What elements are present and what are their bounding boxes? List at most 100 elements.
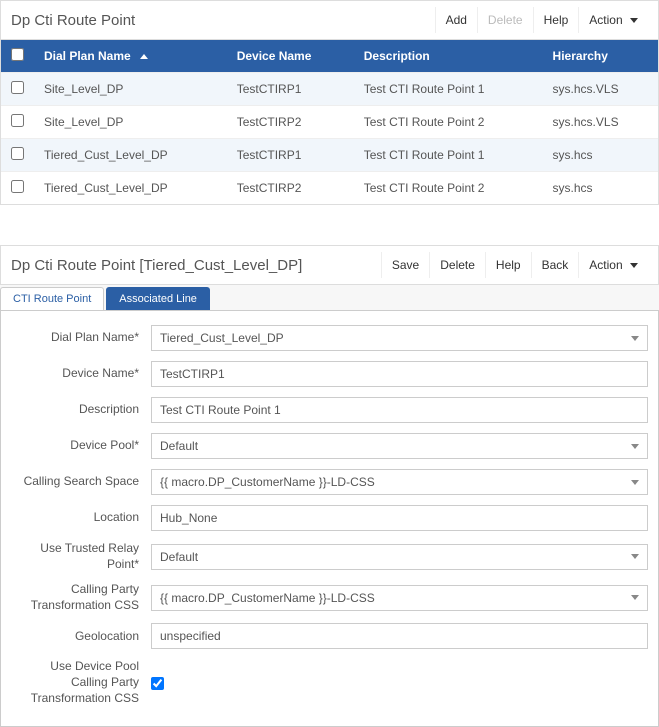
detail-panel-header: Dp Cti Route Point [Tiered_Cust_Level_DP… [0, 245, 659, 285]
detail-panel: Dp Cti Route Point [Tiered_Cust_Level_DP… [0, 245, 659, 727]
back-button[interactable]: Back [531, 252, 579, 278]
col-device-name[interactable]: Device Name [227, 40, 354, 73]
row-checkbox[interactable] [11, 180, 24, 193]
row-checkbox-cell [1, 172, 34, 205]
label-trusted-relay: Use Trusted Relay Point* [11, 541, 151, 572]
table-row[interactable]: Tiered_Cust_Level_DPTestCTIRP2Test CTI R… [1, 172, 658, 205]
select-dial-plan[interactable]: Tiered_Cust_Level_DP [151, 325, 648, 351]
row-device-name: Device Name* [11, 361, 648, 387]
row-checkbox[interactable] [11, 81, 24, 94]
select-trusted-relay[interactable]: Default [151, 544, 648, 570]
label-dial-plan: Dial Plan Name* [11, 330, 151, 346]
action-button[interactable]: Action [578, 7, 648, 33]
label-description: Description [11, 402, 151, 418]
help-button[interactable]: Help [533, 7, 579, 33]
table-row[interactable]: Site_Level_DPTestCTIRP2Test CTI Route Po… [1, 106, 658, 139]
label-device-pool: Device Pool* [11, 438, 151, 454]
value-device-pool: Default [160, 439, 198, 453]
row-css: Calling Search Space {{ macro.DP_Custome… [11, 469, 648, 495]
input-geolocation[interactable] [151, 623, 648, 649]
cell-device-name: TestCTIRP1 [227, 139, 354, 172]
cell-hierarchy: sys.hcs.VLS [543, 73, 658, 106]
input-location[interactable] [151, 505, 648, 531]
cell-hierarchy: sys.hcs [543, 139, 658, 172]
value-trusted-relay: Default [160, 550, 198, 564]
cell-dial-plan: Site_Level_DP [34, 106, 227, 139]
row-checkbox-cell [1, 139, 34, 172]
cell-dial-plan: Tiered_Cust_Level_DP [34, 139, 227, 172]
cell-device-name: TestCTIRP2 [227, 106, 354, 139]
caret-down-icon [630, 263, 638, 268]
tab-associated-line[interactable]: Associated Line [106, 287, 210, 310]
row-checkbox[interactable] [11, 114, 24, 127]
save-button[interactable]: Save [381, 252, 429, 278]
tab-cti-route-point[interactable]: CTI Route Point [0, 287, 104, 310]
row-checkbox-cell [1, 106, 34, 139]
row-use-device-pool: Use Device Pool Calling Party Transforma… [11, 659, 648, 706]
cell-device-name: TestCTIRP2 [227, 172, 354, 205]
detail-delete-button[interactable]: Delete [429, 252, 485, 278]
row-calling-party-css: Calling Party Transformation CSS {{ macr… [11, 582, 648, 613]
row-trusted-relay: Use Trusted Relay Point* Default [11, 541, 648, 572]
row-checkbox-cell [1, 73, 34, 106]
caret-down-icon [630, 18, 638, 23]
list-panel-title: Dp Cti Route Point [11, 12, 135, 29]
sort-asc-icon [140, 54, 148, 59]
detail-action-label: Action [589, 258, 622, 272]
cell-dial-plan: Site_Level_DP [34, 73, 227, 106]
select-all-checkbox[interactable] [11, 48, 24, 61]
detail-help-button[interactable]: Help [485, 252, 531, 278]
label-css: Calling Search Space [11, 474, 151, 490]
label-geolocation: Geolocation [11, 629, 151, 645]
detail-panel-title: Dp Cti Route Point [Tiered_Cust_Level_DP… [11, 257, 302, 274]
list-toolbar: Add Delete Help Action [435, 7, 648, 33]
caret-down-icon [631, 554, 639, 559]
label-use-device-pool: Use Device Pool Calling Party Transforma… [11, 659, 151, 706]
value-css: {{ macro.DP_CustomerName }}-LD-CSS [160, 475, 375, 489]
cell-description: Test CTI Route Point 1 [354, 139, 543, 172]
col-description[interactable]: Description [354, 40, 543, 73]
form-body: Dial Plan Name* Tiered_Cust_Level_DP Dev… [0, 311, 659, 727]
action-label: Action [589, 13, 622, 27]
value-dial-plan: Tiered_Cust_Level_DP [160, 331, 284, 345]
list-table: Dial Plan Name Device Name Description H… [1, 40, 658, 204]
input-device-name[interactable] [151, 361, 648, 387]
checkbox-use-device-pool[interactable] [151, 677, 164, 690]
list-panel-header: Dp Cti Route Point Add Delete Help Actio… [1, 1, 658, 40]
label-calling-party-css: Calling Party Transformation CSS [11, 582, 151, 613]
detail-action-button[interactable]: Action [578, 252, 648, 278]
cell-device-name: TestCTIRP1 [227, 73, 354, 106]
detail-toolbar: Save Delete Help Back Action [381, 252, 648, 278]
cell-description: Test CTI Route Point 2 [354, 106, 543, 139]
row-geolocation: Geolocation [11, 623, 648, 649]
cell-description: Test CTI Route Point 2 [354, 172, 543, 205]
row-dial-plan: Dial Plan Name* Tiered_Cust_Level_DP [11, 325, 648, 351]
table-row[interactable]: Site_Level_DPTestCTIRP1Test CTI Route Po… [1, 73, 658, 106]
add-button[interactable]: Add [435, 7, 477, 33]
row-location: Location [11, 505, 648, 531]
caret-down-icon [631, 480, 639, 485]
row-description: Description [11, 397, 648, 423]
cell-hierarchy: sys.hcs.VLS [543, 106, 658, 139]
select-all-header[interactable] [1, 40, 34, 73]
col-dial-plan[interactable]: Dial Plan Name [34, 40, 227, 73]
delete-button: Delete [477, 7, 533, 33]
cell-dial-plan: Tiered_Cust_Level_DP [34, 172, 227, 205]
table-row[interactable]: Tiered_Cust_Level_DPTestCTIRP1Test CTI R… [1, 139, 658, 172]
label-location: Location [11, 510, 151, 526]
caret-down-icon [631, 595, 639, 600]
header-row: Dial Plan Name Device Name Description H… [1, 40, 658, 73]
row-checkbox[interactable] [11, 147, 24, 160]
select-device-pool[interactable]: Default [151, 433, 648, 459]
caret-down-icon [631, 336, 639, 341]
select-calling-party-css[interactable]: {{ macro.DP_CustomerName }}-LD-CSS [151, 585, 648, 611]
caret-down-icon [631, 444, 639, 449]
input-description[interactable] [151, 397, 648, 423]
cell-hierarchy: sys.hcs [543, 172, 658, 205]
label-device-name: Device Name* [11, 366, 151, 382]
list-panel: Dp Cti Route Point Add Delete Help Actio… [0, 0, 659, 205]
row-device-pool: Device Pool* Default [11, 433, 648, 459]
col-dial-plan-label: Dial Plan Name [44, 49, 131, 63]
select-css[interactable]: {{ macro.DP_CustomerName }}-LD-CSS [151, 469, 648, 495]
col-hierarchy[interactable]: Hierarchy [543, 40, 658, 73]
